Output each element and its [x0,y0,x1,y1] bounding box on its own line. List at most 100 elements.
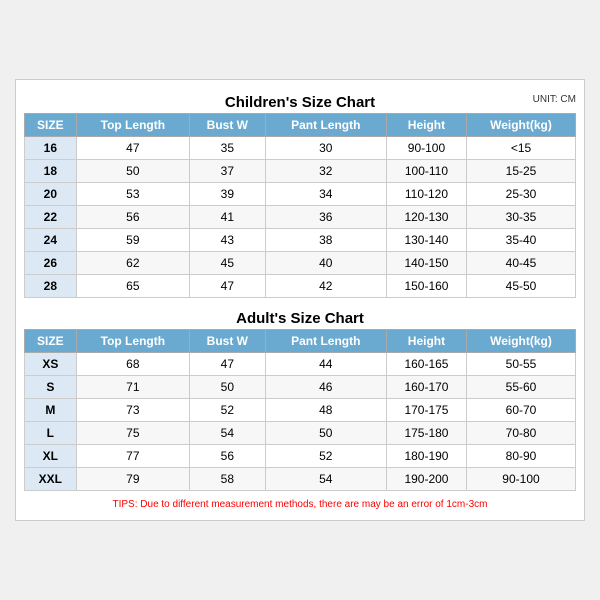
children-title-text: Children's Size Chart [225,94,375,111]
table-row: 28654742150-16045-50 [25,275,576,298]
data-cell: 50 [76,160,189,183]
data-cell: 34 [265,183,386,206]
table-row: 26624540140-15040-45 [25,252,576,275]
data-cell: 110-120 [386,183,466,206]
children-col-weight: Weight(kg) [466,114,575,137]
data-cell: 15-25 [466,160,575,183]
data-cell: 53 [76,183,189,206]
table-row: L755450175-18070-80 [25,422,576,445]
size-cell: 20 [25,183,77,206]
size-cell: 26 [25,252,77,275]
data-cell: 39 [190,183,266,206]
table-row: 1647353090-100<15 [25,137,576,160]
table-row: M735248170-17560-70 [25,399,576,422]
children-header-row: SIZE Top Length Bust W Pant Length Heigh… [25,114,576,137]
adult-col-height: Height [386,330,466,353]
table-row: 22564136120-13030-35 [25,206,576,229]
data-cell: 47 [190,353,266,376]
data-cell: 35-40 [466,229,575,252]
data-cell: 52 [190,399,266,422]
size-cell: 24 [25,229,77,252]
size-cell: 22 [25,206,77,229]
data-cell: 170-175 [386,399,466,422]
adult-table: SIZE Top Length Bust W Pant Length Heigh… [24,329,576,491]
data-cell: 47 [190,275,266,298]
children-table: SIZE Top Length Bust W Pant Length Heigh… [24,113,576,298]
table-row: S715046160-17055-60 [25,376,576,399]
children-col-pant: Pant Length [265,114,386,137]
data-cell: 79 [76,468,189,491]
data-cell: 175-180 [386,422,466,445]
data-cell: 60-70 [466,399,575,422]
data-cell: 65 [76,275,189,298]
data-cell: 37 [190,160,266,183]
adult-section-title: Adult's Size Chart [24,304,576,329]
data-cell: 68 [76,353,189,376]
size-cell: 28 [25,275,77,298]
data-cell: 130-140 [386,229,466,252]
data-cell: 150-160 [386,275,466,298]
data-cell: 160-170 [386,376,466,399]
data-cell: 75 [76,422,189,445]
data-cell: 80-90 [466,445,575,468]
size-cell: 18 [25,160,77,183]
data-cell: 58 [190,468,266,491]
adult-col-pant: Pant Length [265,330,386,353]
data-cell: 47 [76,137,189,160]
table-row: 20533934110-12025-30 [25,183,576,206]
adult-header-row: SIZE Top Length Bust W Pant Length Heigh… [25,330,576,353]
data-cell: 55-60 [466,376,575,399]
data-cell: 62 [76,252,189,275]
adult-col-top-length: Top Length [76,330,189,353]
chart-container: Children's Size Chart UNIT: CM SIZE Top … [15,79,585,521]
data-cell: 30-35 [466,206,575,229]
data-cell: 40 [265,252,386,275]
data-cell: 73 [76,399,189,422]
adult-col-size: SIZE [25,330,77,353]
data-cell: 25-30 [466,183,575,206]
data-cell: 56 [190,445,266,468]
data-cell: 32 [265,160,386,183]
size-cell: L [25,422,77,445]
data-cell: 59 [76,229,189,252]
data-cell: 52 [265,445,386,468]
data-cell: 190-200 [386,468,466,491]
data-cell: 46 [265,376,386,399]
data-cell: 30 [265,137,386,160]
adult-title-text: Adult's Size Chart [236,310,364,327]
table-row: 24594338130-14035-40 [25,229,576,252]
children-col-top-length: Top Length [76,114,189,137]
size-cell: XS [25,353,77,376]
children-section-title: Children's Size Chart UNIT: CM [24,88,576,113]
data-cell: 180-190 [386,445,466,468]
data-cell: 160-165 [386,353,466,376]
data-cell: 36 [265,206,386,229]
data-cell: 50-55 [466,353,575,376]
tips-text: TIPS: Due to different measurement metho… [24,497,576,512]
size-cell: 16 [25,137,77,160]
data-cell: <15 [466,137,575,160]
data-cell: 40-45 [466,252,575,275]
table-row: XS684744160-16550-55 [25,353,576,376]
data-cell: 50 [190,376,266,399]
data-cell: 100-110 [386,160,466,183]
data-cell: 77 [76,445,189,468]
table-row: XXL795854190-20090-100 [25,468,576,491]
data-cell: 71 [76,376,189,399]
adult-col-weight: Weight(kg) [466,330,575,353]
unit-label: UNIT: CM [533,94,576,105]
data-cell: 90-100 [386,137,466,160]
data-cell: 38 [265,229,386,252]
size-cell: S [25,376,77,399]
adult-col-bust: Bust W [190,330,266,353]
size-cell: M [25,399,77,422]
data-cell: 48 [265,399,386,422]
children-col-bust: Bust W [190,114,266,137]
children-col-size: SIZE [25,114,77,137]
data-cell: 44 [265,353,386,376]
data-cell: 45-50 [466,275,575,298]
size-cell: XL [25,445,77,468]
data-cell: 54 [265,468,386,491]
data-cell: 43 [190,229,266,252]
data-cell: 56 [76,206,189,229]
